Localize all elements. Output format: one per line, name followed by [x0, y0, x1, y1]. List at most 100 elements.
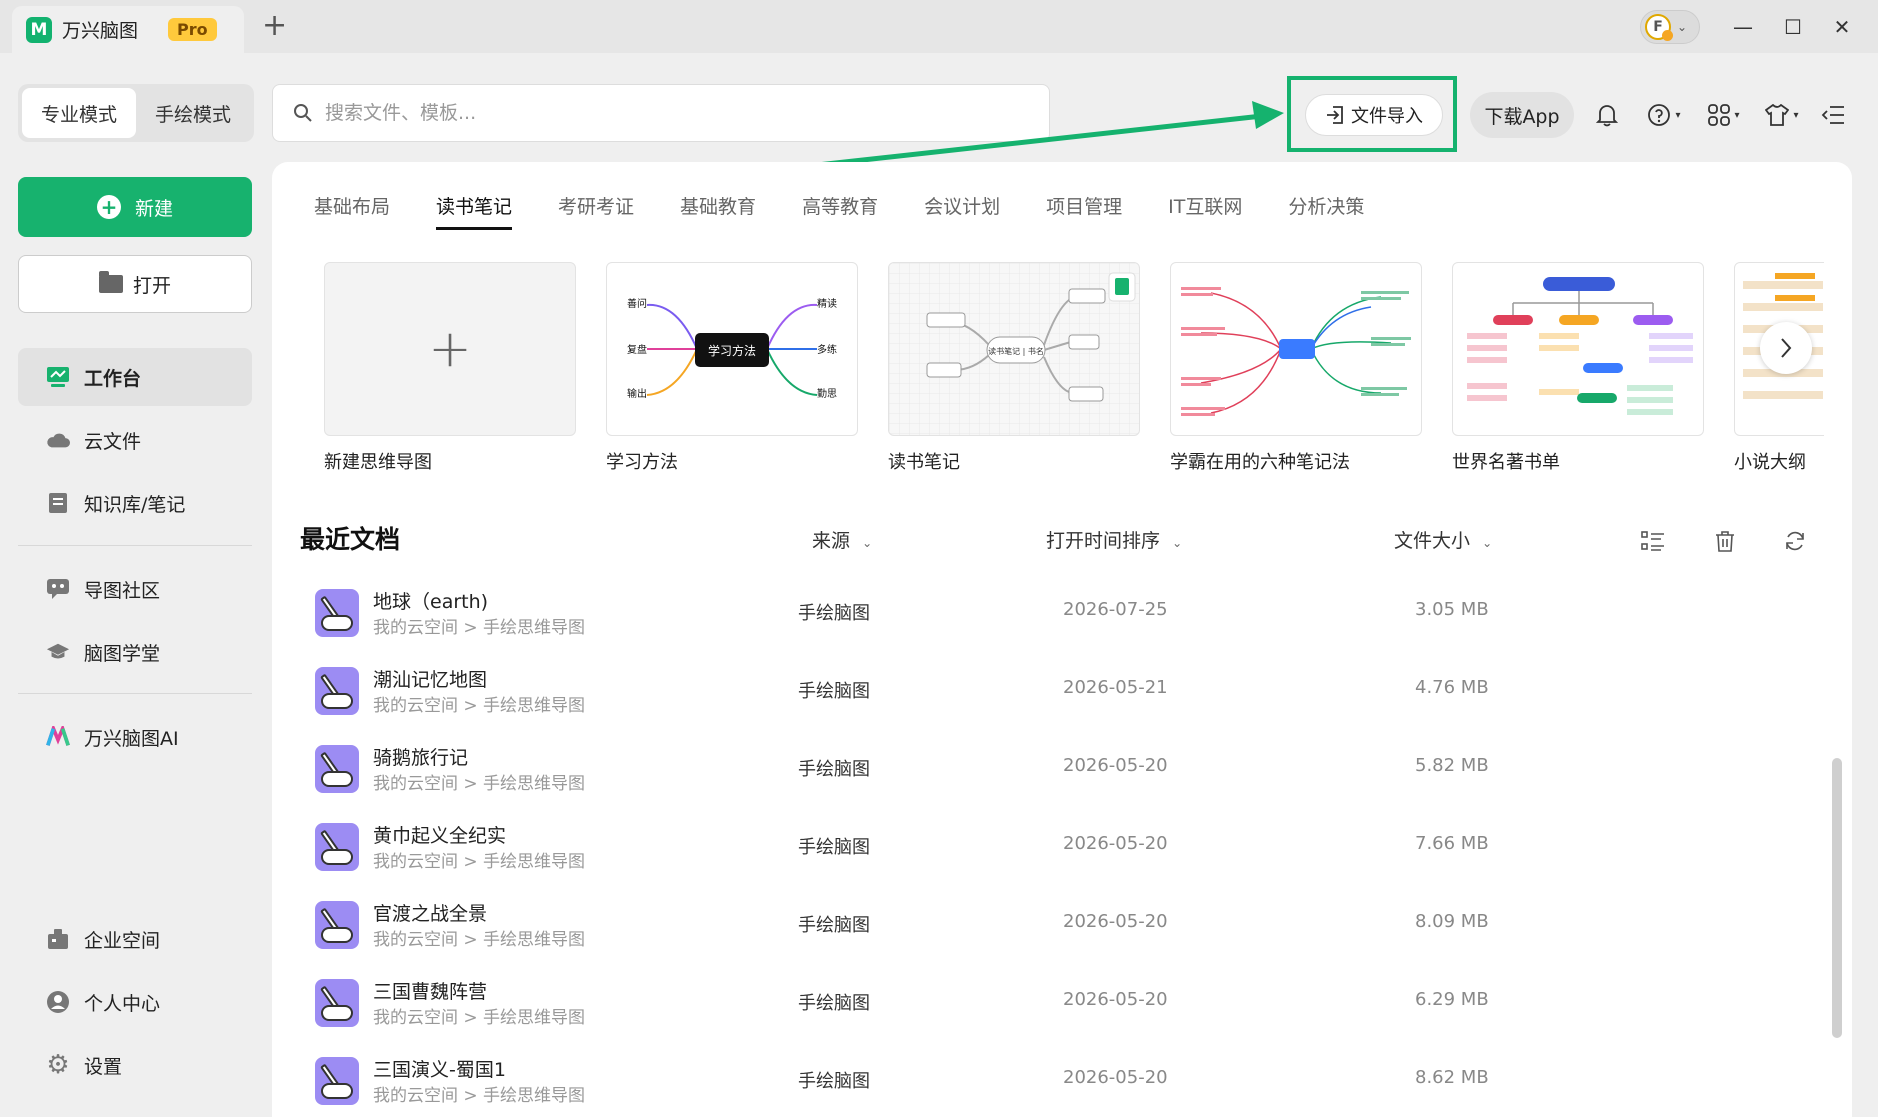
category-tabs: 基础布局 读书笔记 考研考证 基础教育 高等教育 会议计划 项目管理 IT互联网…	[314, 192, 1410, 230]
template-card-world-classics[interactable]: 世界名著书单	[1452, 262, 1704, 474]
template-label: 读书笔记	[888, 452, 960, 473]
doc-name: 三国曹魏阵营	[373, 981, 488, 1003]
tab-higher-education[interactable]: 高等教育	[802, 192, 878, 230]
template-node: 善问	[627, 297, 647, 310]
search-input[interactable]	[325, 102, 1005, 124]
doc-path: 我的云空间 > 手绘思维导图	[373, 1086, 586, 1106]
table-row[interactable]: 黄巾起义全纪实 我的云空间 > 手绘思维导图 手绘脑图 2026-05-20 7…	[315, 817, 1765, 887]
table-row[interactable]: 骑鹅旅行记 我的云空间 > 手绘思维导图 手绘脑图 2026-05-20 5.8…	[315, 739, 1765, 809]
app-logo-icon: M	[26, 16, 52, 43]
mode-professional[interactable]: 专业模式	[22, 88, 136, 138]
sidebar-collapse-icon[interactable]	[1816, 98, 1850, 132]
sidebar-item-enterprise[interactable]: 企业空间	[18, 910, 252, 968]
source-filter[interactable]: 来源 ⌄	[812, 526, 872, 553]
tab-project-management[interactable]: 项目管理	[1046, 192, 1122, 230]
handdrawn-doc-icon	[315, 823, 359, 871]
apps-menu[interactable]: ▾	[1700, 98, 1748, 132]
table-row[interactable]: 地球（earth) 我的云空间 > 手绘思维导图 手绘脑图 2026-07-25…	[315, 583, 1765, 653]
sidebar-divider	[18, 693, 252, 694]
enterprise-icon	[46, 927, 70, 951]
download-app-button[interactable]: 下载App	[1470, 92, 1574, 138]
maximize-button[interactable]: ☐	[1773, 10, 1813, 44]
sort-dropdown[interactable]: 打开时间排序 ⌄	[1046, 526, 1182, 553]
table-row[interactable]: 三国曹魏阵营 我的云空间 > 手绘思维导图 手绘脑图 2026-05-20 6.…	[315, 973, 1765, 1043]
new-tab-button[interactable]: +	[262, 10, 287, 42]
open-button-label: 打开	[132, 274, 171, 297]
doc-size: 5.82 MB	[1415, 755, 1489, 776]
tab-meeting-plan[interactable]: 会议计划	[924, 192, 1000, 230]
template-label: 小说大纲	[1734, 452, 1806, 473]
template-thumbnail	[1452, 262, 1704, 436]
table-row[interactable]: 潮汕记忆地图 我的云空间 > 手绘思维导图 手绘脑图 2026-05-21 4.…	[315, 661, 1765, 731]
sidebar-item-cloud-files[interactable]: 云文件	[18, 411, 252, 469]
skin-menu[interactable]: ▾	[1758, 98, 1806, 132]
template-card-blank[interactable]: + 新建思维导图	[324, 262, 576, 474]
avatar-menu[interactable]: F ⌄	[1640, 10, 1700, 44]
template-label: 新建思维导图	[324, 452, 432, 473]
template-node: 精读	[817, 297, 837, 310]
user-icon	[46, 990, 70, 1014]
doc-name: 潮汕记忆地图	[373, 669, 488, 691]
doc-date: 2026-05-20	[1063, 1067, 1168, 1088]
help-menu[interactable]: ▾	[1640, 98, 1688, 132]
bell-icon[interactable]	[1590, 98, 1624, 132]
graduation-cap-icon	[46, 640, 70, 664]
list-view-icon[interactable]	[1638, 524, 1668, 558]
doc-size: 4.76 MB	[1415, 677, 1489, 698]
sort-label: 打开时间排序	[1046, 530, 1161, 552]
trash-icon[interactable]	[1710, 524, 1740, 558]
template-node: 勤思	[817, 387, 837, 400]
scrollbar[interactable]	[1832, 758, 1842, 1038]
handdrawn-doc-icon	[315, 1057, 359, 1105]
sidebar-item-label: 脑图学堂	[84, 642, 161, 665]
sidebar-item-ai[interactable]: 万兴脑图AI	[18, 708, 252, 766]
sidebar-item-knowledge[interactable]: 知识库/笔记	[18, 474, 252, 532]
template-card-reading-notes[interactable]: 读书笔记 | 书名 读书笔记	[888, 262, 1140, 474]
tab-basic-layout[interactable]: 基础布局	[314, 192, 390, 230]
sidebar-item-settings[interactable]: ⚙ 设置	[18, 1036, 252, 1094]
carousel-next-button[interactable]	[1760, 322, 1812, 374]
template-label: 学习方法	[606, 452, 678, 473]
tab-analysis-decision[interactable]: 分析决策	[1288, 192, 1364, 230]
doc-source: 手绘脑图	[798, 837, 870, 858]
chevron-down-icon: ▾	[1734, 109, 1740, 121]
sidebar-item-academy[interactable]: 脑图学堂	[18, 623, 252, 681]
sidebar-item-community[interactable]: 导图社区	[18, 560, 252, 618]
refresh-icon[interactable]	[1780, 524, 1810, 558]
sidebar-item-profile[interactable]: 个人中心	[18, 973, 252, 1031]
tab-exam[interactable]: 考研考证	[558, 192, 634, 230]
minimize-button[interactable]: —	[1723, 10, 1763, 44]
template-card-six-note-methods[interactable]: 学霸在用的六种笔记法	[1170, 262, 1422, 474]
mode-handdrawn[interactable]: 手绘模式	[136, 88, 250, 138]
doc-path: 我的云空间 > 手绘思维导图	[373, 774, 586, 794]
template-thumbnail: 学习方法 善问 复盘 输出 精读 多练 勤思	[606, 262, 858, 436]
template-center-node: 读书笔记 | 书名	[988, 346, 1044, 356]
file-import-button[interactable]: 文件导入	[1305, 94, 1443, 136]
plus-circle-icon: +	[96, 195, 121, 219]
open-button[interactable]: 打开	[18, 255, 252, 313]
template-card-study-method[interactable]: 学习方法 善问 复盘 输出 精读 多练 勤思 学习方法	[606, 262, 858, 474]
doc-source: 手绘脑图	[798, 1071, 870, 1092]
import-icon	[1327, 106, 1343, 124]
sidebar-item-label: 个人中心	[84, 992, 161, 1015]
doc-size: 8.62 MB	[1415, 1067, 1489, 1088]
workbench-icon	[46, 365, 70, 389]
handdrawn-doc-icon	[315, 901, 359, 949]
tab-it-internet[interactable]: IT互联网	[1168, 192, 1242, 230]
close-button[interactable]: ✕	[1822, 10, 1862, 44]
doc-date: 2026-05-20	[1063, 989, 1168, 1010]
source-filter-label: 来源	[812, 530, 851, 552]
doc-path: 我的云空间 > 手绘思维导图	[373, 618, 586, 638]
new-button[interactable]: + 新建	[18, 177, 252, 237]
tab-basic-education[interactable]: 基础教育	[680, 192, 756, 230]
table-row[interactable]: 官渡之战全景 我的云空间 > 手绘思维导图 手绘脑图 2026-05-20 8.…	[315, 895, 1765, 965]
doc-size: 3.05 MB	[1415, 599, 1489, 620]
table-row[interactable]: 三国演义-蜀国1 我的云空间 > 手绘思维导图 手绘脑图 2026-05-20 …	[315, 1051, 1765, 1115]
search-box[interactable]	[272, 84, 1050, 142]
sidebar-item-workbench[interactable]: 工作台	[18, 348, 252, 406]
size-column-header[interactable]: 文件大小 ⌄	[1394, 526, 1492, 553]
file-import-label: 文件导入	[1351, 106, 1423, 127]
ai-logo-icon	[46, 725, 70, 749]
app-tab[interactable]: M 万兴脑图 Pro	[12, 6, 244, 53]
tab-reading-notes[interactable]: 读书笔记	[436, 192, 513, 230]
